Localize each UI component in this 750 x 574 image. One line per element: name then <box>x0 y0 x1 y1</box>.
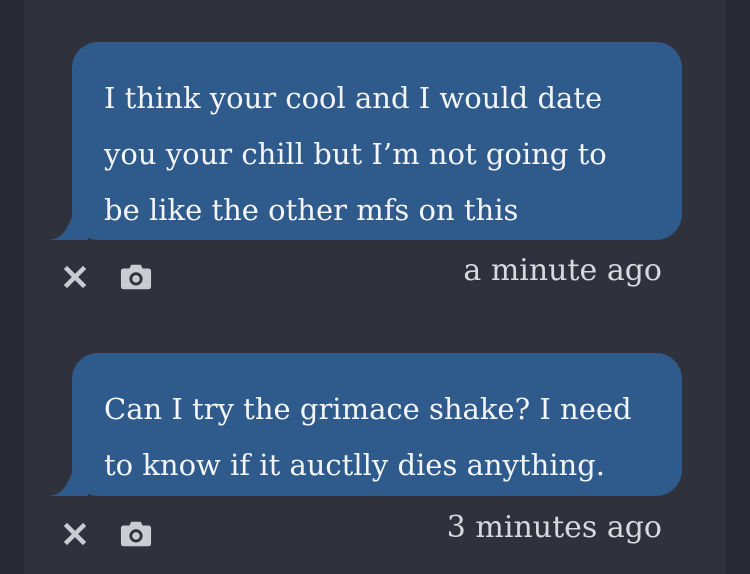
message-text: I think your cool and I would date you y… <box>104 81 607 227</box>
close-icon <box>63 522 87 546</box>
dismiss-button[interactable] <box>59 518 91 550</box>
message-text: Can I try the grimace shake? I need to k… <box>104 392 632 482</box>
message-bubble: Can I try the grimace shake? I need to k… <box>72 353 682 496</box>
close-icon <box>63 265 87 289</box>
message-meta-row: a minute ago <box>0 253 750 301</box>
camera-button[interactable] <box>120 261 152 293</box>
camera-icon <box>120 521 152 547</box>
message-timestamp: 3 minutes ago <box>446 510 662 545</box>
camera-button[interactable] <box>120 518 152 550</box>
message-bubble: I think your cool and I would date you y… <box>72 42 682 240</box>
dismiss-button[interactable] <box>59 261 91 293</box>
message-timestamp: a minute ago <box>463 253 662 288</box>
camera-icon <box>120 264 152 290</box>
message-meta-row: 3 minutes ago <box>0 510 750 558</box>
